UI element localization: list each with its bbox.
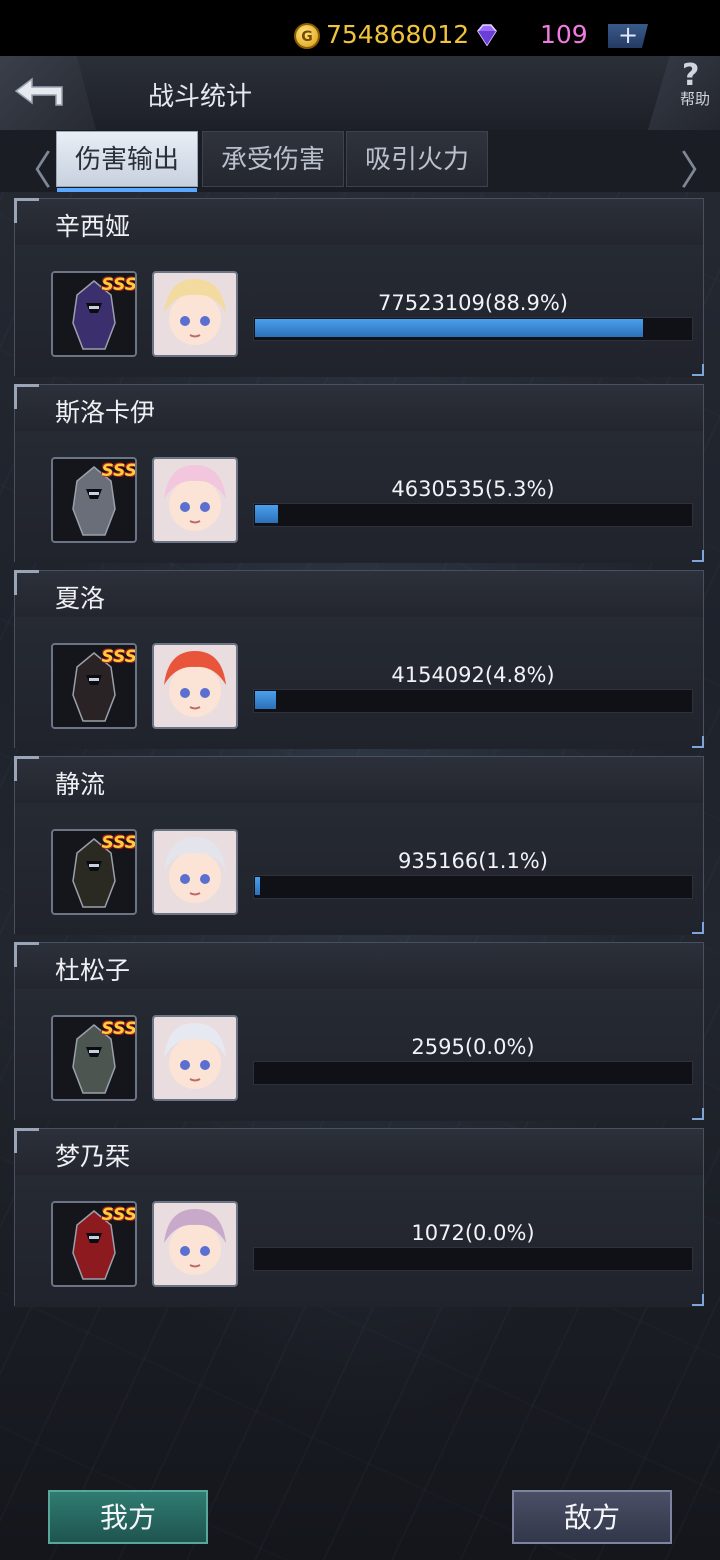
pilot-portrait[interactable] — [152, 1015, 238, 1101]
page-title: 战斗统计 — [148, 82, 253, 112]
pilot-portrait[interactable] — [152, 457, 238, 543]
corner-decoration — [14, 384, 39, 409]
pilot-image — [154, 1017, 236, 1099]
damage-bar — [253, 1061, 693, 1085]
pilot-image — [154, 273, 236, 355]
corner-decoration — [14, 1128, 39, 1153]
corner-decoration — [692, 1294, 704, 1306]
tab-draw-fire[interactable]: 吸引火力 — [346, 131, 488, 187]
corner-decoration — [692, 1108, 704, 1120]
rank-badge: SSS — [101, 461, 137, 481]
gold-amount: 754868012 — [326, 20, 470, 49]
damage-bar-fill — [255, 505, 278, 523]
pilot-portrait[interactable] — [152, 643, 238, 729]
tab-damage-taken[interactable]: 承受伤害 — [202, 131, 344, 187]
corner-decoration — [14, 942, 39, 967]
pilot-name: 静流 — [55, 770, 106, 799]
corner-decoration — [14, 756, 39, 781]
damage-value: 77523109(88.9%) — [378, 291, 568, 315]
tab-prev-icon[interactable]: 〈 — [12, 138, 52, 196]
card-header: 静流 — [15, 757, 703, 804]
pilot-name: 杜松子 — [55, 956, 131, 985]
pilot-name: 斯洛卡伊 — [55, 398, 156, 427]
pilot-name: 夏洛 — [55, 584, 106, 613]
mech-portrait[interactable]: SSS — [51, 457, 137, 543]
enemy-side-button[interactable]: 敌方 — [512, 1490, 672, 1544]
pilot-portrait[interactable] — [152, 1201, 238, 1287]
back-button[interactable] — [0, 56, 96, 130]
pilot-image — [154, 1203, 236, 1285]
damage-bar — [253, 1247, 693, 1271]
damage-bar — [253, 875, 693, 899]
damage-value: 935166(1.1%) — [398, 849, 548, 873]
damage-value: 1072(0.0%) — [411, 1221, 535, 1245]
gold-coin-icon: G — [294, 23, 320, 49]
rank-badge: SSS — [101, 647, 137, 667]
pilot-image — [154, 831, 236, 913]
stat-card: 斯洛卡伊 SSS 4630535(5.3%) — [14, 384, 704, 563]
corner-decoration — [692, 736, 704, 748]
damage-bar — [253, 689, 693, 713]
card-header: 斯洛卡伊 — [15, 385, 703, 432]
damage-bar — [253, 317, 693, 341]
pilot-name: 梦乃栞 — [55, 1142, 131, 1171]
pilot-name: 辛西娅 — [55, 212, 131, 241]
stat-card: 夏洛 SSS 4154092(4.8%) — [14, 570, 704, 749]
mech-portrait[interactable]: SSS — [51, 1201, 137, 1287]
pilot-image — [154, 645, 236, 727]
pilot-image — [154, 459, 236, 541]
rank-badge: SSS — [101, 833, 137, 853]
top-bar: 战斗统计 — [0, 56, 720, 131]
damage-value: 2595(0.0%) — [411, 1035, 535, 1059]
damage-bar — [253, 503, 693, 527]
damage-bar-fill — [255, 319, 643, 337]
damage-bar-fill — [255, 691, 276, 709]
mech-portrait[interactable]: SSS — [51, 643, 137, 729]
mech-portrait[interactable]: SSS — [51, 829, 137, 915]
stat-card: 梦乃栞 SSS 1072(0.0%) — [14, 1128, 704, 1307]
damage-value: 4154092(4.8%) — [391, 663, 555, 687]
damage-value: 4630535(5.3%) — [391, 477, 555, 501]
card-header: 辛西娅 — [15, 199, 703, 246]
card-header: 杜松子 — [15, 943, 703, 990]
gem-amount: 109 — [540, 20, 588, 49]
stat-card: 杜松子 SSS 2595(0.0%) — [14, 942, 704, 1121]
tab-next-icon[interactable]: 〉 — [680, 138, 720, 196]
card-header: 梦乃栞 — [15, 1129, 703, 1176]
pilot-portrait[interactable] — [152, 271, 238, 357]
rank-badge: SSS — [101, 1205, 137, 1225]
help-label: 帮助 — [680, 90, 711, 108]
corner-decoration — [14, 198, 39, 223]
rank-badge: SSS — [101, 1019, 137, 1039]
stat-card: 辛西娅 SSS 77523109(88.9%) — [14, 198, 704, 377]
tab-damage-output[interactable]: 伤害输出 — [56, 131, 198, 192]
corner-decoration — [692, 364, 704, 376]
card-header: 夏洛 — [15, 571, 703, 618]
mech-portrait[interactable]: SSS — [51, 1015, 137, 1101]
corner-decoration — [692, 922, 704, 934]
back-arrow-icon — [14, 77, 63, 106]
stat-card: 静流 SSS 935166(1.1%) — [14, 756, 704, 935]
corner-decoration — [692, 550, 704, 562]
diamond-gem-icon — [477, 24, 497, 47]
mech-portrait[interactable]: SSS — [51, 271, 137, 357]
my-side-button[interactable]: 我方 — [48, 1490, 208, 1544]
rank-badge: SSS — [101, 275, 137, 295]
corner-decoration — [14, 570, 39, 595]
pilot-portrait[interactable] — [152, 829, 238, 915]
add-gems-button[interactable]: + — [608, 24, 648, 48]
damage-bar-fill — [255, 877, 260, 895]
